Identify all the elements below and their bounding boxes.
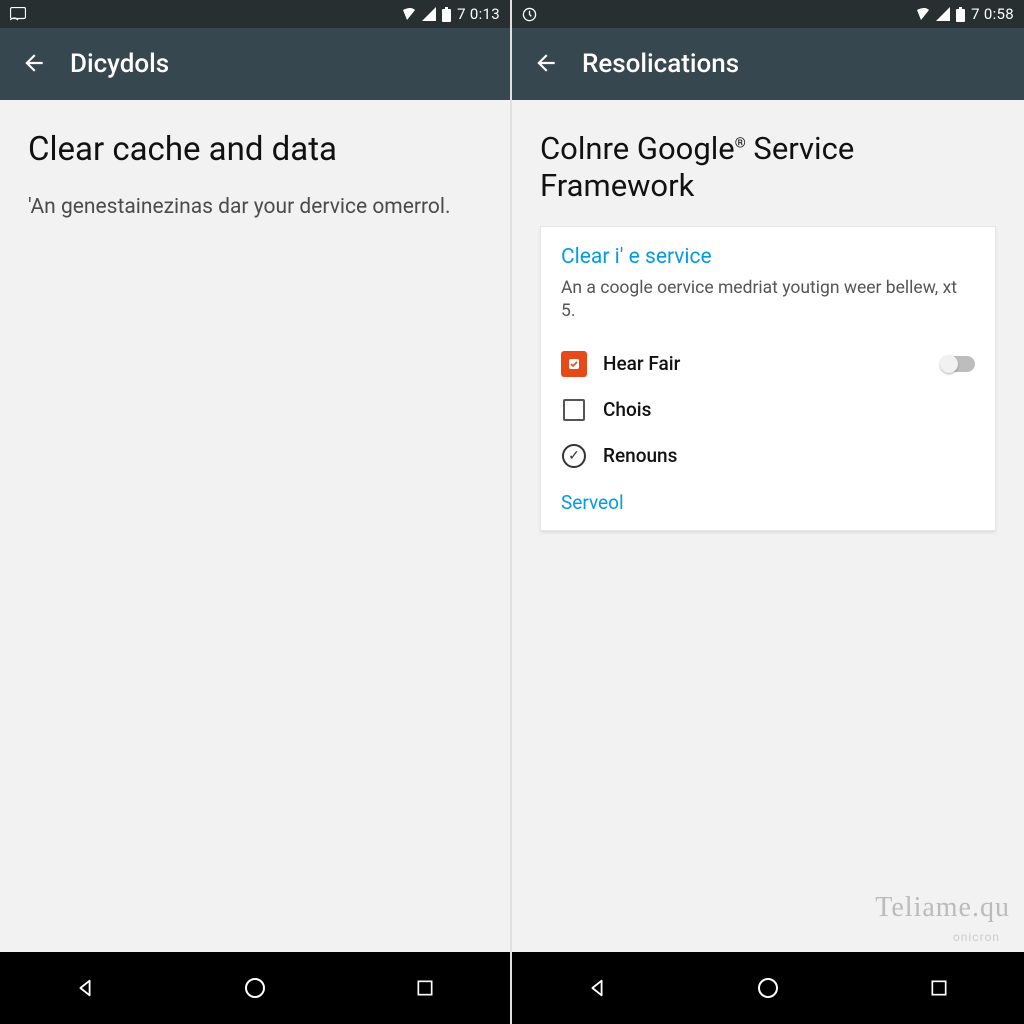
square-recent-icon — [929, 978, 949, 998]
cell-signal-icon — [422, 7, 436, 21]
battery-icon — [442, 7, 451, 22]
card-description: An a coogle oervice medriat youtign weer… — [561, 277, 975, 323]
app-box-icon — [561, 351, 587, 377]
app-bar-title: Dicydols — [70, 49, 169, 79]
nav-back-button[interactable] — [573, 964, 621, 1012]
cast-icon — [10, 7, 26, 21]
status-time: 7 0:13 — [457, 5, 500, 23]
service-card: Clear i' e service An a coogle oervice m… — [540, 226, 996, 531]
nav-home-button[interactable] — [744, 964, 792, 1012]
triangle-back-icon — [586, 977, 608, 999]
headline-text-pre: Colnre Google — [540, 130, 735, 167]
option-label: Hear Fair — [603, 352, 680, 375]
status-bar: 7 0:13 — [0, 0, 510, 28]
screen-right: 7 0:58 Resolications Colnre Google® Serv… — [512, 0, 1024, 1024]
page-headline: Clear cache and data — [28, 130, 482, 169]
circle-home-icon — [756, 976, 780, 1000]
option-chois[interactable]: Chois — [561, 387, 975, 433]
back-button[interactable] — [14, 44, 54, 84]
page-headline: Colnre Google® Service Framework — [540, 130, 996, 204]
checkbox-icon[interactable] — [561, 397, 587, 423]
arrow-left-icon — [533, 50, 559, 79]
option-renouns[interactable]: Renouns — [561, 433, 975, 479]
nav-recent-button[interactable] — [401, 964, 449, 1012]
wifi-icon — [912, 7, 930, 21]
app-bar: Resolications — [512, 28, 1024, 100]
square-recent-icon — [415, 978, 435, 998]
content-area: Clear cache and data 'An genestainezinas… — [0, 100, 510, 952]
screen-left: 7 0:13 Dicydols Clear cache and data 'An… — [0, 0, 512, 1024]
arrow-left-icon — [21, 50, 47, 79]
card-action-link[interactable]: Serveol — [561, 479, 624, 514]
battery-icon — [956, 7, 965, 22]
triangle-back-icon — [74, 977, 96, 999]
nav-recent-button[interactable] — [915, 964, 963, 1012]
option-label: Renouns — [603, 444, 677, 467]
option-hear-fair[interactable]: Hear Fair — [561, 341, 975, 387]
option-label: Chois — [603, 398, 651, 421]
page-subtext: 'An genestainezinas dar your dervice ome… — [28, 193, 482, 221]
app-indicator-icon — [522, 7, 537, 22]
app-bar-title: Resolications — [582, 49, 739, 79]
status-bar: 7 0:58 — [512, 0, 1024, 28]
check-circle-icon — [561, 443, 587, 469]
app-bar: Dicydols — [0, 28, 510, 100]
trademark-icon: ® — [735, 136, 746, 152]
nav-back-button[interactable] — [61, 964, 109, 1012]
content-area: Colnre Google® Service Framework Clear i… — [512, 100, 1024, 952]
circle-home-icon — [243, 976, 267, 1000]
navigation-bar — [0, 952, 510, 1024]
back-button[interactable] — [526, 44, 566, 84]
navigation-bar — [512, 952, 1024, 1024]
status-time: 7 0:58 — [971, 5, 1014, 23]
toggle-switch[interactable] — [941, 356, 975, 372]
card-title: Clear i' e service — [561, 245, 975, 269]
cell-signal-icon — [936, 7, 950, 21]
nav-home-button[interactable] — [231, 964, 279, 1012]
wifi-icon — [398, 7, 416, 21]
